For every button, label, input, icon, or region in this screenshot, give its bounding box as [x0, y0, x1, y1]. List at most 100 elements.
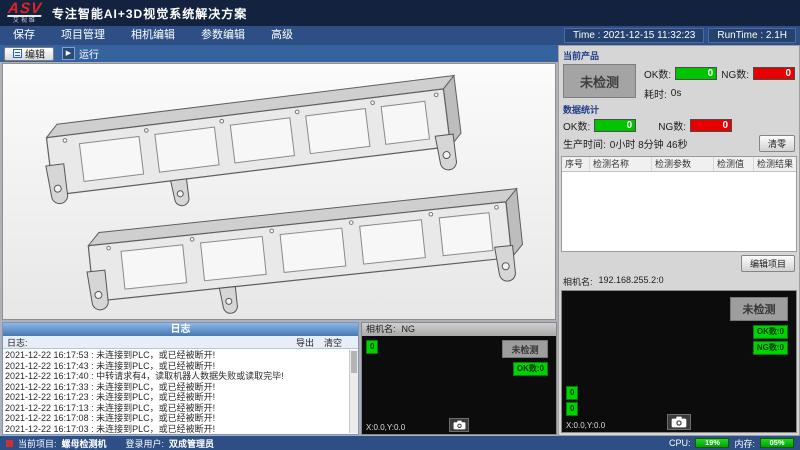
production-time-value: 0小时 8分钟 46秒	[610, 136, 688, 151]
main-camera-coordinates: X:0.0,Y:0.0	[566, 421, 605, 430]
camera-overlay-badge: 0	[566, 402, 578, 416]
cpu-label: CPU:	[669, 438, 691, 448]
data-stats-title: 数据统计	[561, 102, 797, 117]
log-entry: 2021-12-22 16:17:53 : 未连接到PLC，或已经被断开!	[3, 350, 358, 361]
log-entry: 2021-12-22 16:17:03 : 未连接到PLC，或已经被断开!	[3, 424, 358, 435]
cost-label: 耗时:	[644, 86, 667, 101]
logo-subtext: 艾视维	[13, 17, 37, 25]
ok-count-label: OK数:	[644, 66, 671, 81]
log-panel-title: 日志	[3, 323, 358, 336]
total-ng-value: 0	[690, 119, 732, 132]
production-time-label: 生产时间:	[563, 136, 606, 151]
app-title: 专注智能AI+3D视觉系统解决方案	[52, 5, 247, 22]
ng-count-label: NG数:	[721, 66, 749, 81]
edit-project-button[interactable]: 编辑项目	[741, 255, 795, 272]
total-ng-label: NG数:	[658, 118, 686, 133]
user-label: 登录用户:	[126, 437, 165, 450]
right-panel: 当前产品 未检测 OK数: 0 NG数: 0 耗时: 0s	[558, 45, 800, 436]
current-product-title: 当前产品	[561, 48, 797, 63]
tab-edit[interactable]: 编辑	[4, 47, 54, 61]
system-runtime: RunTime : 2.1H	[708, 28, 796, 43]
camera-overlay-badge: 0	[566, 386, 578, 400]
current-status-box: 未检测	[563, 64, 636, 98]
mid-camera-view[interactable]: 未检测 OK数:0 0 X:0.0,Y:0.0	[362, 336, 556, 434]
app-logo: ASV 艾视维	[8, 2, 42, 25]
camera-overlay-badge: OK数:0	[753, 325, 788, 339]
project-value: 螺母检测机	[62, 437, 107, 450]
menu-item[interactable]: 保存	[0, 26, 48, 45]
memory-label: 内存:	[734, 437, 755, 450]
run-button[interactable]: ▶ 运行	[62, 46, 99, 61]
log-entry: 2021-12-22 16:17:23 : 未连接到PLC，或已经被断开!	[3, 392, 358, 403]
clear-stats-button[interactable]: 清零	[759, 135, 795, 152]
detection-table-body[interactable]	[562, 172, 796, 251]
main-camera-left-overlays: 00	[566, 386, 578, 416]
log-export-button[interactable]: 导出	[296, 336, 314, 349]
main-camera-overlays: OK数:0 NG数:0	[753, 325, 788, 355]
log-entry: 2021-12-22 16:17:13 : 未连接到PLC，或已经被断开!	[3, 403, 358, 414]
data-stats-group: 数据统计 OK数: 0 NG数: 0 生产时间: 0小时 8分钟 46秒 清零	[561, 102, 797, 153]
system-info: Time : 2021-12-15 11:32:23 RunTime : 2.1…	[564, 28, 800, 43]
total-ok-label: OK数:	[563, 118, 590, 133]
app-window: ASV 艾视维 专注智能AI+3D视觉系统解决方案 保存项目管理相机编辑参数编辑…	[0, 0, 800, 450]
table-header-cell: 检测名称	[590, 157, 652, 171]
mid-camera-name-value: NG	[402, 323, 416, 336]
mid-camera-status-badge: 未检测	[502, 340, 548, 358]
main-camera-status-badge: 未检测	[730, 297, 788, 321]
camera-overlay-badge: NG数:0	[753, 341, 788, 355]
main-camera-view[interactable]: 未检测 OK数:0NG数:0 00 X:0.0,Y:0.0	[561, 290, 797, 433]
cost-value: 0s	[671, 88, 682, 99]
log-panel: 日志 日志: 导出 清空 2021-12-22 16:17:53 : 未连接到P…	[2, 322, 359, 435]
cad-model	[3, 64, 555, 319]
detection-table-header: 序号检测名称检测参数检测值检测结果	[562, 157, 796, 172]
camera-icon	[671, 416, 687, 428]
table-header-cell: 检测值	[714, 157, 754, 171]
edit-icon	[13, 49, 22, 58]
system-time: Time : 2021-12-15 11:32:23	[564, 28, 704, 43]
table-header-cell: 检测参数	[652, 157, 714, 171]
log-entry: 2021-12-22 16:17:08 : 未连接到PLC，或已经被断开!	[3, 413, 358, 424]
log-clear-button[interactable]: 清空	[324, 336, 342, 349]
log-scrollbar[interactable]	[349, 350, 358, 433]
status-app-icon	[6, 440, 13, 447]
cad-viewport[interactable]	[2, 63, 556, 320]
mid-camera-name-label: 相机名:	[366, 323, 396, 336]
mid-capture-button[interactable]	[449, 418, 469, 432]
log-entry: 2021-12-22 16:17:43 : 未连接到PLC，或已经被断开!	[3, 361, 358, 372]
user-value: 双成管理员	[169, 437, 214, 450]
menu-item[interactable]: 高级	[258, 26, 306, 45]
main-capture-button[interactable]	[667, 414, 691, 430]
tab-bar: 编辑 ▶ 运行	[0, 45, 558, 62]
menu-item[interactable]: 相机编辑	[118, 26, 188, 45]
log-toolbar: 日志: 导出 清空	[3, 336, 358, 349]
camera-overlay-badge: 0	[366, 340, 378, 354]
mid-camera-coordinates: X:0.0,Y:0.0	[366, 423, 405, 432]
mid-camera-left-overlays: 0	[366, 340, 378, 354]
current-product-group: 当前产品 未检测 OK数: 0 NG数: 0 耗时: 0s	[561, 48, 797, 102]
log-entry: 2021-12-22 16:17:40 : 中转请求有4，读取机器人数据失败或读…	[3, 371, 358, 382]
menu-item[interactable]: 项目管理	[48, 26, 118, 45]
mid-camera-panel: 相机名: NG 未检测 OK数:0 0 X:0.0,Y:0.0	[361, 322, 557, 435]
cpu-meter: 19%	[695, 438, 729, 448]
ng-count-value: 0	[753, 67, 795, 80]
tab-edit-label: 编辑	[25, 46, 45, 61]
menu-bar: 保存项目管理相机编辑参数编辑高级 Time : 2021-12-15 11:32…	[0, 26, 800, 45]
mid-camera-overlays: OK数:0	[513, 362, 548, 376]
camera-icon	[453, 420, 466, 430]
ok-count-value: 0	[675, 67, 717, 80]
log-label: 日志:	[7, 336, 28, 349]
detection-table: 序号检测名称检测参数检测值检测结果	[561, 156, 797, 252]
table-header-cell: 序号	[562, 157, 590, 171]
menu-items: 保存项目管理相机编辑参数编辑高级	[0, 26, 306, 45]
camera-overlay-badge: OK数:0	[513, 362, 548, 376]
project-label: 当前项目:	[18, 437, 57, 450]
menu-item[interactable]: 参数编辑	[188, 26, 258, 45]
memory-meter: 05%	[760, 438, 794, 448]
app-header: ASV 艾视维 专注智能AI+3D视觉系统解决方案	[0, 0, 800, 26]
main-camera-name-label: 相机名:	[563, 275, 593, 288]
log-scrollbar-thumb[interactable]	[351, 351, 357, 373]
log-entry: 2021-12-22 16:17:33 : 未连接到PLC，或已经被断开!	[3, 382, 358, 393]
main-camera-name-value: 192.168.255.2:0	[599, 275, 664, 288]
play-icon: ▶	[62, 47, 75, 60]
table-header-cell: 检测结果	[754, 157, 796, 171]
